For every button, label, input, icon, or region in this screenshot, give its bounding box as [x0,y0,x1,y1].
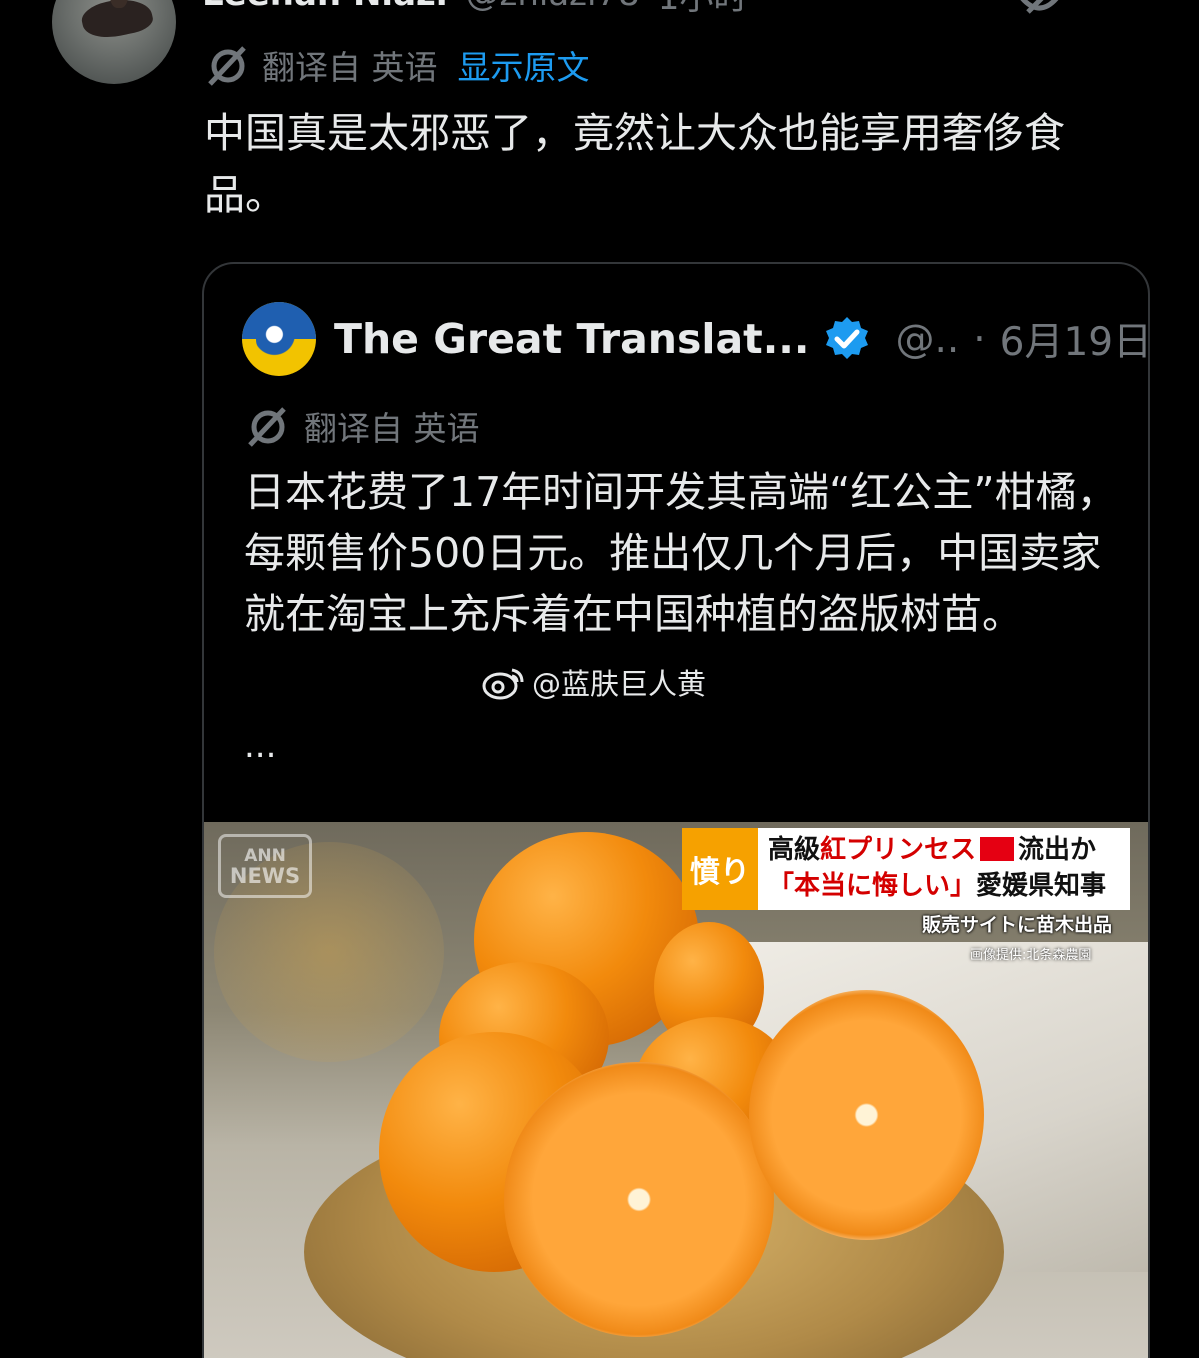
grok-icon[interactable] [1010,0,1066,14]
translate-icon [208,46,246,86]
logo-line-2: NEWS [229,864,301,888]
tweet-view: Leehan Niazi @zniazi78 1小时 翻译自 英语 显示原文 中… [0,0,1199,1358]
avatar[interactable] [52,0,176,84]
quoted-author-avatar[interactable] [242,302,316,376]
weibo-watermark: @蓝肤巨人黄 [482,662,706,702]
quoted-tweet-card[interactable]: The Great Translat... @.. · 6月19日 翻译自 英语… [202,262,1150,1358]
author-name[interactable]: Leehan Niazi [202,0,447,14]
separator-dot: · [973,316,986,362]
quoted-tweet-header: The Great Translat... @.. · 6月19日 [242,302,1148,376]
orange-half [504,1062,774,1337]
verified-badge-icon [826,317,869,359]
weibo-icon [482,668,524,700]
show-more-ellipsis[interactable]: ... [244,726,276,766]
news-caption: 憤り 高級紅プリンセス 流出か 「本当に悔しい」愛媛県知事 [682,828,1130,910]
caption-body: 高級紅プリンセス 流出か 「本当に悔しい」愛媛県知事 [758,828,1130,910]
headline-part: 高級 [768,835,821,865]
ann-news-logo: ANN NEWS [218,834,312,898]
quoted-translated-from-label: 翻译自 英语 [304,409,480,448]
translate-icon [248,407,286,447]
quoted-author-name[interactable]: The Great Translat... [334,315,809,363]
headline-part: 「本当に悔しい」 [768,871,977,901]
quoted-tweet-text: 日本花费了17年时间开发其高端“红公主”柑橘，每颗售价500日元。推出仅几个月后… [244,468,1118,638]
watermark-text: @蓝肤巨人黄 [532,667,707,701]
author-handle[interactable]: @zniazi78 [465,0,639,14]
headline-part: 流出か [1018,835,1097,865]
orange-half [749,990,984,1240]
translation-row: 翻译自 英语 显示原文 [204,41,590,89]
china-flag-icon [980,837,1015,861]
logo-line-1: ANN [244,846,286,866]
quoted-author-handle[interactable]: @.. [895,317,959,362]
quoted-tweet-date[interactable]: 6月19日 [1000,311,1148,367]
quoted-translation-row: 翻译自 英语 [244,404,480,448]
headline-part: 紅プリンセス [820,835,977,865]
caption-subline: 販売サイトに苗木出品 [922,914,1113,936]
caption-credit: 画像提供:北条森農園 [970,948,1092,963]
tweet-text: 中国真是太邪恶了，竟然让大众也能享用奢侈食品。 [204,109,1065,219]
tweet-time[interactable]: 1小时 [658,0,748,19]
tweet-header: Leehan Niazi @zniazi78 1小时 [202,0,747,18]
show-original-link[interactable]: 显示原文 [458,41,590,89]
translated-from-label: 翻译自 英语 [262,48,438,87]
headline-part: 愛媛県知事 [976,871,1107,901]
caption-tag: 憤り [682,828,758,910]
tweet-photo[interactable]: ANN NEWS 憤り 高級紅プリンセス 流出か 「本当に悔しい」愛媛県知事 販売… [204,822,1148,1358]
